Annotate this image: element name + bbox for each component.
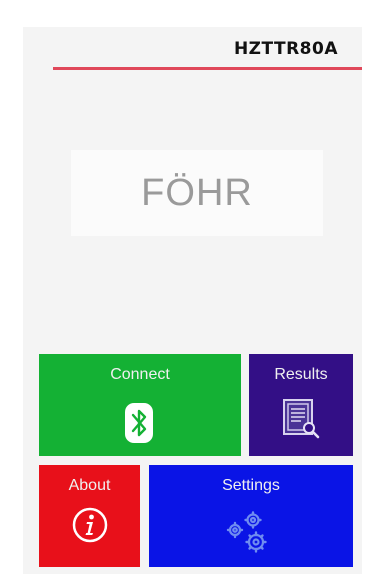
results-button[interactable]: Results: [249, 354, 353, 456]
header-divider: [53, 67, 362, 70]
settings-label: Settings: [222, 477, 280, 494]
app-screen: HZTTR80A FÖHR Connect Results About Sett…: [23, 27, 362, 574]
gears-icon: [226, 511, 267, 553]
connect-button[interactable]: Connect: [39, 354, 241, 456]
settings-button[interactable]: Settings: [149, 465, 353, 567]
info-icon: [72, 507, 108, 543]
logo-area: FÖHR: [71, 150, 323, 236]
about-button[interactable]: About: [39, 465, 140, 567]
about-label: About: [68, 477, 111, 494]
brand-logo: FÖHR: [141, 171, 253, 214]
device-id-label: HZTTR80A: [233, 39, 338, 59]
connect-label: Connect: [110, 366, 170, 383]
document-search-icon: [283, 399, 320, 439]
bluetooth-icon: [125, 403, 153, 443]
results-label: Results: [274, 366, 328, 383]
